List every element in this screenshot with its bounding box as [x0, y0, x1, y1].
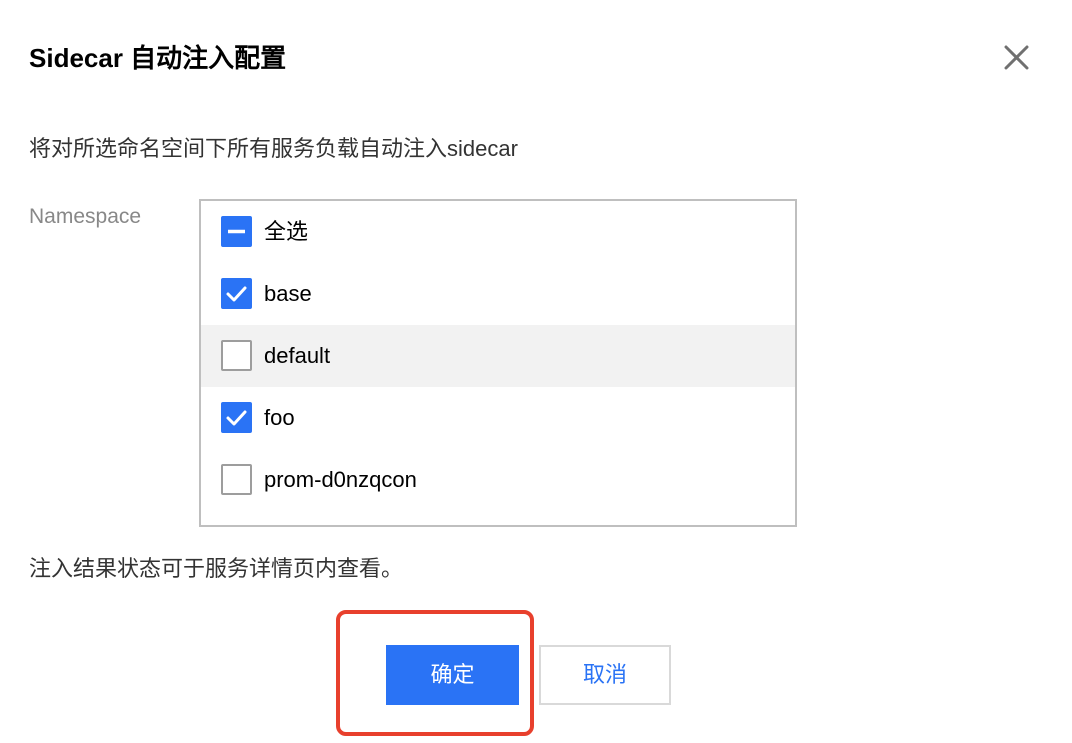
cancel-button[interactable]: 取消 — [539, 645, 671, 705]
namespace-row[interactable] — [201, 511, 795, 527]
namespace-checkbox[interactable] — [221, 402, 252, 433]
namespace-checkbox[interactable] — [221, 464, 252, 495]
select-all-row[interactable]: 全选 — [201, 201, 795, 263]
select-all-checkbox[interactable] — [221, 216, 252, 247]
indeterminate-icon — [228, 229, 245, 234]
namespace-checkbox[interactable] — [221, 278, 252, 309]
confirm-button[interactable]: 确定 — [386, 645, 519, 705]
dialog-title: Sidecar 自动注入配置 — [29, 43, 287, 73]
sidecar-injection-dialog: Sidecar 自动注入配置 将对所选命名空间下所有服务负载自动注入sideca… — [0, 0, 1072, 743]
namespace-label-text: base — [264, 281, 312, 306]
checkmark-icon — [226, 286, 247, 302]
namespace-label: Namespace — [29, 205, 142, 228]
checkmark-icon — [226, 410, 247, 426]
footnote-text: 注入结果状态可于服务详情页内查看。 — [29, 556, 404, 581]
namespace-checkbox[interactable] — [221, 526, 252, 527]
namespace-row[interactable]: foo — [201, 387, 795, 449]
namespace-list: 全选 base default foo prom-d0nzqcon — [201, 201, 795, 527]
namespace-checkbox[interactable] — [221, 340, 252, 371]
close-button[interactable] — [1000, 40, 1034, 74]
namespace-label-text: foo — [264, 405, 295, 430]
dialog-description: 将对所选命名空间下所有服务负载自动注入sidecar — [29, 136, 518, 161]
close-icon — [1004, 45, 1029, 70]
namespace-label-text: default — [264, 343, 331, 368]
select-all-label: 全选 — [264, 219, 309, 244]
namespace-row[interactable]: base — [201, 263, 795, 325]
namespace-row[interactable]: prom-d0nzqcon — [201, 449, 795, 511]
namespace-row[interactable]: default — [201, 325, 795, 387]
namespace-label-text: prom-d0nzqcon — [264, 467, 417, 492]
namespace-list-box[interactable]: 全选 base default foo prom-d0nzqcon — [199, 199, 797, 527]
